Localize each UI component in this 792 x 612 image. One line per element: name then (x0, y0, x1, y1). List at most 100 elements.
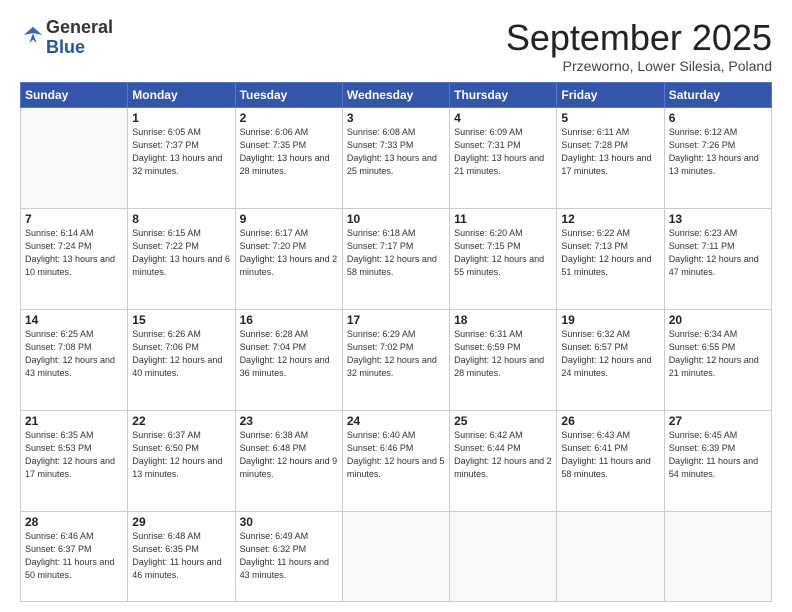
logo-blue-text: Blue (46, 37, 85, 57)
day-detail: Sunrise: 6:31 AM Sunset: 6:59 PM Dayligh… (454, 328, 552, 380)
day-detail: Sunrise: 6:18 AM Sunset: 7:17 PM Dayligh… (347, 227, 445, 279)
table-row: 8Sunrise: 6:15 AM Sunset: 7:22 PM Daylig… (128, 208, 235, 309)
day-number: 17 (347, 313, 445, 327)
table-row: 29Sunrise: 6:48 AM Sunset: 6:35 PM Dayli… (128, 512, 235, 602)
month-title: September 2025 (506, 18, 772, 58)
day-number: 27 (669, 414, 767, 428)
col-saturday: Saturday (664, 82, 771, 107)
title-block: September 2025 Przeworno, Lower Silesia,… (506, 18, 772, 74)
calendar-table: Sunday Monday Tuesday Wednesday Thursday… (20, 82, 772, 602)
day-detail: Sunrise: 6:49 AM Sunset: 6:32 PM Dayligh… (240, 530, 338, 582)
table-row: 1Sunrise: 6:05 AM Sunset: 7:37 PM Daylig… (128, 107, 235, 208)
calendar-header-row: Sunday Monday Tuesday Wednesday Thursday… (21, 82, 772, 107)
day-detail: Sunrise: 6:23 AM Sunset: 7:11 PM Dayligh… (669, 227, 767, 279)
table-row: 2Sunrise: 6:06 AM Sunset: 7:35 PM Daylig… (235, 107, 342, 208)
day-detail: Sunrise: 6:38 AM Sunset: 6:48 PM Dayligh… (240, 429, 338, 481)
col-tuesday: Tuesday (235, 82, 342, 107)
table-row (450, 512, 557, 602)
table-row (557, 512, 664, 602)
table-row: 16Sunrise: 6:28 AM Sunset: 7:04 PM Dayli… (235, 309, 342, 410)
day-number: 12 (561, 212, 659, 226)
table-row: 9Sunrise: 6:17 AM Sunset: 7:20 PM Daylig… (235, 208, 342, 309)
day-detail: Sunrise: 6:11 AM Sunset: 7:28 PM Dayligh… (561, 126, 659, 178)
table-row: 10Sunrise: 6:18 AM Sunset: 7:17 PM Dayli… (342, 208, 449, 309)
day-number: 19 (561, 313, 659, 327)
table-row: 3Sunrise: 6:08 AM Sunset: 7:33 PM Daylig… (342, 107, 449, 208)
day-detail: Sunrise: 6:06 AM Sunset: 7:35 PM Dayligh… (240, 126, 338, 178)
day-detail: Sunrise: 6:32 AM Sunset: 6:57 PM Dayligh… (561, 328, 659, 380)
table-row: 19Sunrise: 6:32 AM Sunset: 6:57 PM Dayli… (557, 309, 664, 410)
col-wednesday: Wednesday (342, 82, 449, 107)
day-number: 15 (132, 313, 230, 327)
day-number: 23 (240, 414, 338, 428)
day-number: 21 (25, 414, 123, 428)
col-monday: Monday (128, 82, 235, 107)
table-row: 15Sunrise: 6:26 AM Sunset: 7:06 PM Dayli… (128, 309, 235, 410)
day-number: 5 (561, 111, 659, 125)
day-detail: Sunrise: 6:20 AM Sunset: 7:15 PM Dayligh… (454, 227, 552, 279)
day-detail: Sunrise: 6:48 AM Sunset: 6:35 PM Dayligh… (132, 530, 230, 582)
day-number: 29 (132, 515, 230, 529)
table-row: 20Sunrise: 6:34 AM Sunset: 6:55 PM Dayli… (664, 309, 771, 410)
day-number: 25 (454, 414, 552, 428)
day-detail: Sunrise: 6:35 AM Sunset: 6:53 PM Dayligh… (25, 429, 123, 481)
day-detail: Sunrise: 6:14 AM Sunset: 7:24 PM Dayligh… (25, 227, 123, 279)
day-number: 4 (454, 111, 552, 125)
table-row: 13Sunrise: 6:23 AM Sunset: 7:11 PM Dayli… (664, 208, 771, 309)
day-number: 1 (132, 111, 230, 125)
day-number: 28 (25, 515, 123, 529)
day-detail: Sunrise: 6:17 AM Sunset: 7:20 PM Dayligh… (240, 227, 338, 279)
table-row: 22Sunrise: 6:37 AM Sunset: 6:50 PM Dayli… (128, 411, 235, 512)
day-number: 8 (132, 212, 230, 226)
day-number: 16 (240, 313, 338, 327)
table-row: 28Sunrise: 6:46 AM Sunset: 6:37 PM Dayli… (21, 512, 128, 602)
table-row (342, 512, 449, 602)
logo: General Blue (20, 18, 113, 58)
day-number: 9 (240, 212, 338, 226)
logo-icon (22, 24, 44, 46)
col-thursday: Thursday (450, 82, 557, 107)
day-detail: Sunrise: 6:25 AM Sunset: 7:08 PM Dayligh… (25, 328, 123, 380)
day-detail: Sunrise: 6:26 AM Sunset: 7:06 PM Dayligh… (132, 328, 230, 380)
table-row: 21Sunrise: 6:35 AM Sunset: 6:53 PM Dayli… (21, 411, 128, 512)
day-number: 3 (347, 111, 445, 125)
header: General Blue September 2025 Przeworno, L… (20, 18, 772, 74)
day-detail: Sunrise: 6:42 AM Sunset: 6:44 PM Dayligh… (454, 429, 552, 481)
day-detail: Sunrise: 6:29 AM Sunset: 7:02 PM Dayligh… (347, 328, 445, 380)
day-number: 7 (25, 212, 123, 226)
table-row: 23Sunrise: 6:38 AM Sunset: 6:48 PM Dayli… (235, 411, 342, 512)
day-detail: Sunrise: 6:37 AM Sunset: 6:50 PM Dayligh… (132, 429, 230, 481)
table-row: 5Sunrise: 6:11 AM Sunset: 7:28 PM Daylig… (557, 107, 664, 208)
day-detail: Sunrise: 6:05 AM Sunset: 7:37 PM Dayligh… (132, 126, 230, 178)
day-detail: Sunrise: 6:09 AM Sunset: 7:31 PM Dayligh… (454, 126, 552, 178)
day-number: 20 (669, 313, 767, 327)
day-detail: Sunrise: 6:34 AM Sunset: 6:55 PM Dayligh… (669, 328, 767, 380)
table-row: 26Sunrise: 6:43 AM Sunset: 6:41 PM Dayli… (557, 411, 664, 512)
day-detail: Sunrise: 6:12 AM Sunset: 7:26 PM Dayligh… (669, 126, 767, 178)
table-row: 14Sunrise: 6:25 AM Sunset: 7:08 PM Dayli… (21, 309, 128, 410)
day-number: 22 (132, 414, 230, 428)
day-detail: Sunrise: 6:46 AM Sunset: 6:37 PM Dayligh… (25, 530, 123, 582)
day-detail: Sunrise: 6:40 AM Sunset: 6:46 PM Dayligh… (347, 429, 445, 481)
day-number: 26 (561, 414, 659, 428)
location: Przeworno, Lower Silesia, Poland (506, 58, 772, 74)
page: General Blue September 2025 Przeworno, L… (0, 0, 792, 612)
day-number: 24 (347, 414, 445, 428)
day-number: 14 (25, 313, 123, 327)
day-detail: Sunrise: 6:08 AM Sunset: 7:33 PM Dayligh… (347, 126, 445, 178)
day-number: 18 (454, 313, 552, 327)
logo-general-text: General (46, 17, 113, 37)
table-row (664, 512, 771, 602)
table-row (21, 107, 128, 208)
table-row: 30Sunrise: 6:49 AM Sunset: 6:32 PM Dayli… (235, 512, 342, 602)
col-sunday: Sunday (21, 82, 128, 107)
table-row: 12Sunrise: 6:22 AM Sunset: 7:13 PM Dayli… (557, 208, 664, 309)
table-row: 24Sunrise: 6:40 AM Sunset: 6:46 PM Dayli… (342, 411, 449, 512)
day-detail: Sunrise: 6:22 AM Sunset: 7:13 PM Dayligh… (561, 227, 659, 279)
day-detail: Sunrise: 6:45 AM Sunset: 6:39 PM Dayligh… (669, 429, 767, 481)
day-number: 30 (240, 515, 338, 529)
day-detail: Sunrise: 6:28 AM Sunset: 7:04 PM Dayligh… (240, 328, 338, 380)
table-row: 7Sunrise: 6:14 AM Sunset: 7:24 PM Daylig… (21, 208, 128, 309)
table-row: 25Sunrise: 6:42 AM Sunset: 6:44 PM Dayli… (450, 411, 557, 512)
day-detail: Sunrise: 6:15 AM Sunset: 7:22 PM Dayligh… (132, 227, 230, 279)
